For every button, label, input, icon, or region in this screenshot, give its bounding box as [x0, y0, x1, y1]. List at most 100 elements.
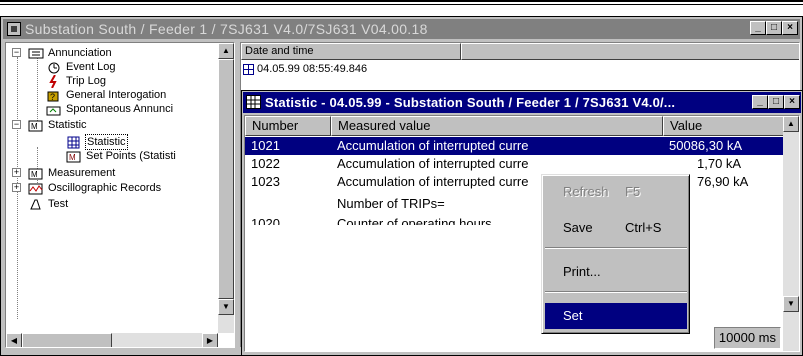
tree-item-label: Event Log: [66, 61, 116, 73]
menu-item-label: Save: [563, 220, 593, 235]
svg-text:M: M: [31, 170, 38, 179]
tree-line: [37, 57, 38, 121]
svg-text:M: M: [31, 122, 38, 131]
statistic-vertical-scrollbar[interactable]: ▲ ▼: [783, 116, 799, 351]
tree-item-label: Annunciation: [48, 47, 112, 59]
table-row[interactable]: 1023 Accumulation of interrupted curre 7…: [245, 173, 785, 191]
statistic-minimize-button[interactable]: _: [752, 95, 768, 109]
refresh-interval-status: 10000 ms: [713, 327, 781, 349]
tree-item-statistic[interactable]: Statistic: [66, 134, 128, 150]
close-button[interactable]: ×: [782, 21, 798, 35]
tree-vertical-scrollbar[interactable]: ▲ ▼: [218, 43, 234, 333]
collapse-icon[interactable]: −: [12, 120, 21, 129]
cell-value: 76,90 kA: [697, 174, 749, 189]
tree-horizontal-scrollbar[interactable]: ◀ ▶: [6, 333, 218, 347]
statistic-window-title: Statistic - 04.05.99 - Substation South …: [265, 95, 676, 110]
table-row[interactable]: 1022 Accumulation of interrupted curre 1…: [245, 155, 785, 173]
table-row[interactable]: Number of TRIPs=: [245, 195, 785, 213]
statistic-window: Statistic - 04.05.99 - Substation South …: [241, 90, 803, 356]
annunciation-datetime: 04.05.99 08:55:49.846: [257, 63, 368, 75]
cell-value: 50086,30 kA: [669, 138, 743, 153]
expand-icon[interactable]: +: [12, 183, 21, 192]
menu-item-save[interactable]: Save Ctrl+S: [545, 215, 687, 241]
app-icon: [7, 22, 21, 36]
tree-item-label: Set Points (Statisti: [86, 150, 176, 162]
statistic-close-button[interactable]: ×: [784, 95, 800, 109]
menu-item-refresh[interactable]: Refresh F5: [545, 179, 687, 205]
tree-item-event-log[interactable]: Event Log: [46, 60, 117, 74]
tree-item-label: Test: [48, 198, 69, 210]
menu-item-shortcut: Ctrl+S: [625, 220, 662, 235]
tree-item-label: Oscillographic Records: [48, 182, 162, 194]
setpoints-icon: M: [66, 150, 82, 163]
menu-item-print[interactable]: Print...: [545, 259, 687, 285]
main-window-title: Substation South / Feeder 1 / 7SJ631 V4.…: [25, 21, 428, 37]
cell-number: 1023: [251, 174, 280, 189]
cell-measured-value: Number of TRIPs=: [337, 196, 445, 211]
statistic-window-icon: [246, 95, 261, 109]
interrogation-icon: ?: [46, 89, 62, 102]
scroll-thumb[interactable]: [218, 59, 234, 299]
cell-number: 1021: [251, 138, 280, 153]
statistic-table[interactable]: Number Measured value Value 1021 Accumul…: [244, 115, 800, 352]
menu-item-label: Set: [563, 308, 583, 323]
cell-measured-value: Accumulation of interrupted curre: [337, 138, 529, 153]
cell-measured-value: Accumulation of interrupted curre: [337, 174, 529, 189]
date-time-column-header[interactable]: Date and time: [241, 43, 461, 60]
scroll-up-icon[interactable]: ▲: [783, 116, 799, 132]
statistic-maximize-button[interactable]: □: [768, 95, 784, 109]
annunciation-icon: [28, 47, 44, 60]
menu-item-label: Print...: [563, 264, 601, 279]
scroll-left-icon[interactable]: ◀: [6, 333, 22, 347]
value-column-header[interactable]: Value: [663, 116, 785, 136]
scroll-thumb[interactable]: [22, 333, 112, 347]
scroll-right-icon[interactable]: ▶: [202, 333, 218, 347]
context-menu: Refresh F5 Save Ctrl+S Print... Set: [541, 174, 690, 334]
annunciation-row[interactable]: 04.05.99 08:55:49.846: [243, 63, 367, 75]
trip-icon: [46, 74, 62, 89]
navigation-tree[interactable]: − Annunciation Event Log Trip Log ? Gener…: [5, 42, 235, 348]
expand-icon[interactable]: +: [12, 168, 21, 177]
tree-item-label: Measurement: [48, 167, 116, 179]
clock-icon: [46, 61, 62, 74]
minimize-button[interactable]: _: [750, 21, 766, 35]
cell-value: 1,70 kA: [697, 156, 742, 171]
measurement-icon: M: [28, 167, 44, 180]
grid-icon: [66, 136, 82, 149]
maximize-button[interactable]: □: [766, 21, 782, 35]
grid-icon: [243, 63, 254, 75]
tree-item-general-interrogation[interactable]: ? General Interogation: [46, 88, 167, 102]
tree-item-trip-log[interactable]: Trip Log: [46, 74, 107, 89]
menu-separator: [545, 291, 687, 293]
menu-item-shortcut: F5: [625, 184, 641, 199]
tree-item-spontaneous[interactable]: Spontaneous Annunci: [46, 102, 174, 116]
scroll-down-icon[interactable]: ▼: [218, 299, 234, 315]
top-border: [0, 0, 803, 2]
menu-item-set[interactable]: Set: [545, 303, 687, 329]
cell-number: 1020: [251, 216, 280, 225]
scroll-down-icon[interactable]: ▼: [783, 296, 799, 312]
table-row[interactable]: 1020 Counter of operating hours: [245, 215, 785, 225]
tree-item-label: General Interogation: [66, 89, 167, 101]
scroll-up-icon[interactable]: ▲: [218, 43, 234, 59]
tree-item-test[interactable]: Test: [28, 197, 69, 211]
collapse-icon[interactable]: −: [12, 48, 21, 57]
tree-item-label: Trip Log: [66, 75, 106, 87]
cell-measured-value: Counter of operating hours: [337, 216, 492, 225]
table-row[interactable]: 1021 Accumulation of interrupted curre 5…: [245, 137, 785, 155]
column-header-empty[interactable]: [461, 43, 799, 60]
main-titlebar[interactable]: Substation South / Feeder 1 / 7SJ631 V4.…: [3, 19, 800, 39]
statistic-titlebar[interactable]: Statistic - 04.05.99 - Substation South …: [243, 92, 801, 113]
svg-text:?: ?: [50, 92, 55, 102]
top-border-2: [0, 4, 803, 5]
menu-separator: [545, 247, 687, 249]
test-icon: [28, 198, 44, 211]
oscillograph-icon: [28, 182, 44, 195]
tree-item-label: Spontaneous Annunci: [66, 103, 174, 115]
tree-item-set-points[interactable]: M Set Points (Statisti: [66, 149, 177, 163]
tree-item-label: Statistic: [85, 134, 128, 150]
measured-value-column-header[interactable]: Measured value: [331, 116, 663, 136]
number-column-header[interactable]: Number: [245, 116, 331, 136]
spontaneous-icon: [46, 103, 62, 116]
svg-text:M: M: [69, 153, 76, 162]
